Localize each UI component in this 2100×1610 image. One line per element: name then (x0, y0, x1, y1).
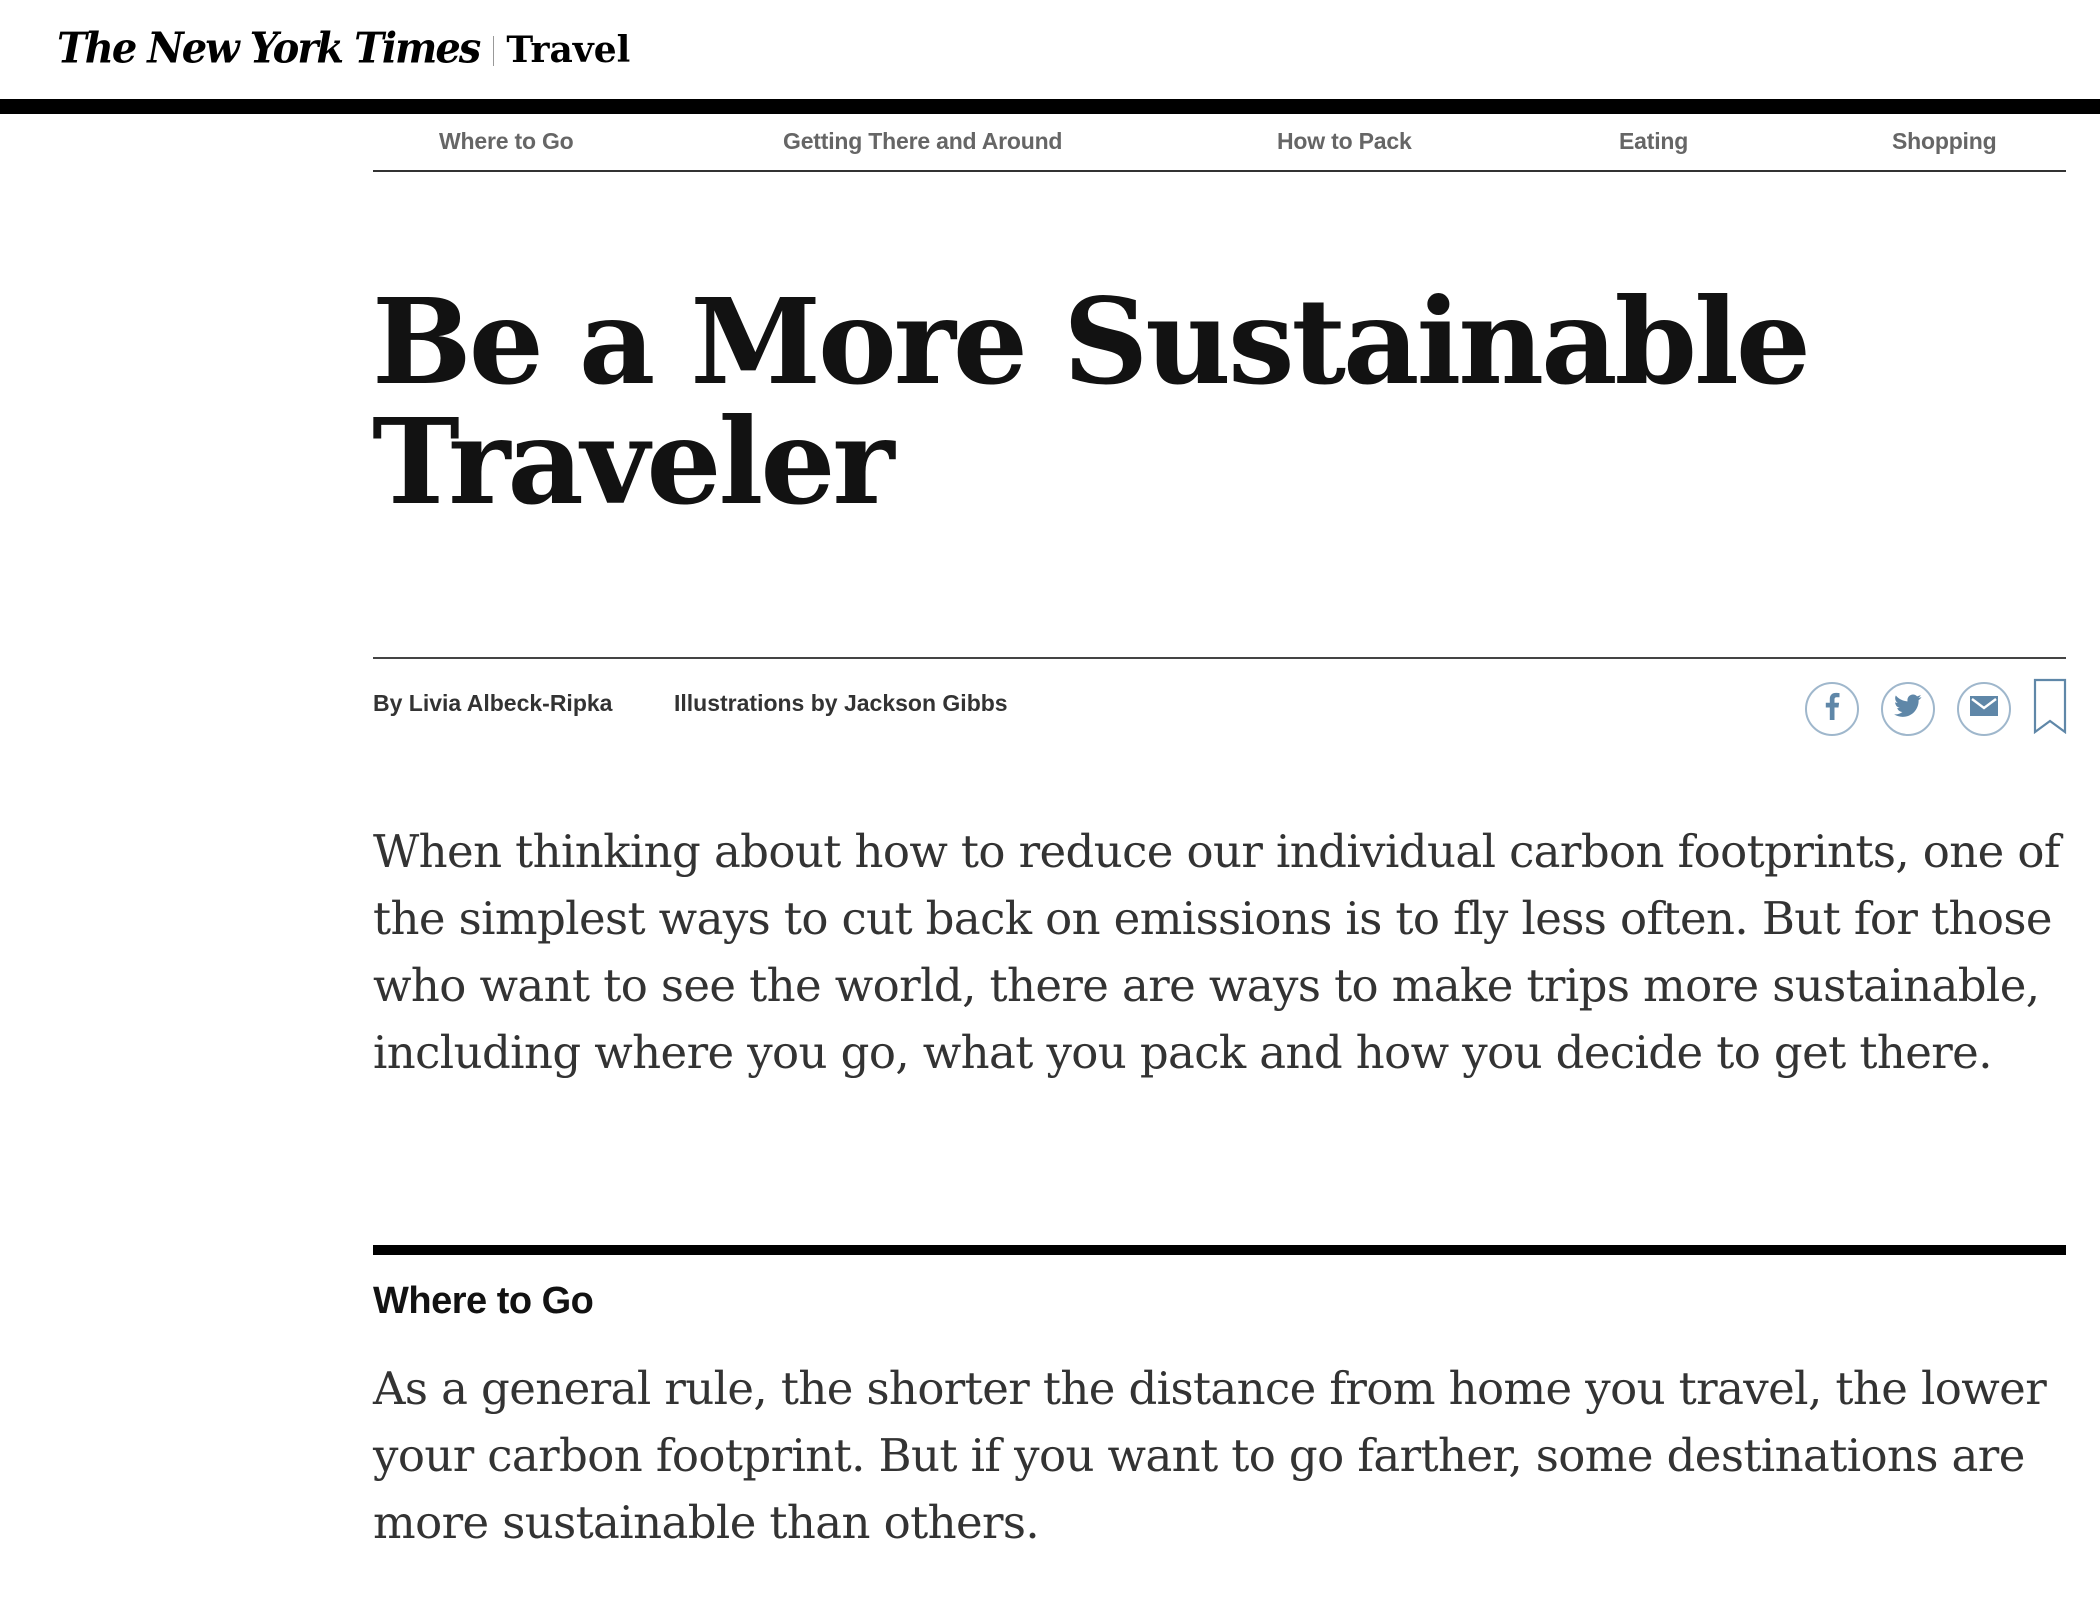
article-lead-paragraph: When thinking about how to reduce our in… (373, 825, 2061, 1079)
bookmark-icon (2033, 678, 2067, 738)
twitter-icon (1894, 694, 1922, 723)
share-facebook-button[interactable] (1805, 681, 1859, 736)
section-divider (373, 1245, 2066, 1255)
author-byline[interactable]: By Livia Albeck-Ripka (373, 690, 612, 717)
share-email-button[interactable] (1957, 681, 2011, 736)
share-tools (1805, 678, 2067, 739)
section-name[interactable]: Travel (506, 29, 630, 71)
facebook-icon (1824, 692, 1840, 725)
illustrator-credit[interactable]: Illustrations by Jackson Gibbs (674, 690, 1008, 717)
masthead-rule (0, 99, 2100, 114)
site-logo[interactable]: The New York Times Travel (57, 18, 630, 78)
email-icon (1969, 694, 1999, 723)
save-bookmark-button[interactable] (2033, 678, 2067, 739)
nyt-logo[interactable]: The New York Times (57, 23, 481, 72)
share-twitter-button[interactable] (1881, 681, 1935, 736)
byline-divider (373, 657, 2066, 659)
section-body-paragraph: As a general rule, the shorter the dista… (373, 1362, 2047, 1549)
nav-item-shopping[interactable]: Shopping (1892, 128, 1997, 155)
masthead: The New York Times Travel (0, 0, 2100, 99)
nav-item-getting-there[interactable]: Getting There and Around (783, 128, 1062, 155)
section-heading-where-to-go: Where to Go (373, 1280, 594, 1322)
nav-item-where-to-go[interactable]: Where to Go (439, 128, 574, 155)
nav-item-eating[interactable]: Eating (1619, 128, 1688, 155)
section-nav: Where to Go Getting There and Around How… (373, 114, 2066, 172)
nav-item-how-to-pack[interactable]: How to Pack (1277, 128, 1412, 155)
article-headline: Be a More Sustainable Traveler (372, 272, 1811, 531)
logo-divider (493, 36, 495, 66)
